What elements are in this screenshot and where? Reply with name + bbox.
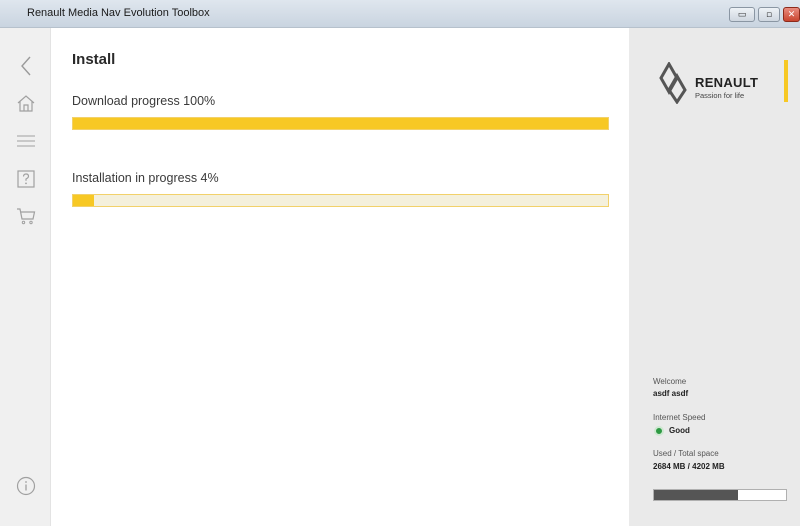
account-panel: RENAULT Passion for life Welcome asdf as…	[629, 28, 800, 526]
help-icon	[17, 170, 35, 188]
page-title: Install	[72, 51, 116, 68]
space-value: 2684 MB / 4202 MB	[653, 462, 725, 471]
installation-progress-fill	[73, 195, 95, 206]
storage-usage-bar	[653, 489, 787, 501]
download-progress-label: Download progress 100%	[72, 94, 216, 108]
brand-tagline: Passion for life	[695, 91, 745, 100]
help-button[interactable]	[14, 167, 38, 191]
main-content: Install Download progress 100% Installat…	[51, 28, 629, 526]
maximize-icon: ▫	[765, 9, 773, 20]
user-name: asdf asdf	[653, 389, 689, 398]
brand-name: RENAULT	[695, 75, 759, 90]
window-title: Renault Media Nav Evolution Toolbox	[27, 7, 210, 19]
download-progress-fill	[73, 118, 608, 129]
menu-button[interactable]	[14, 129, 38, 153]
welcome-label: Welcome	[653, 377, 687, 386]
space-label: Used / Total space	[653, 449, 719, 458]
renault-logo-icon	[659, 62, 687, 104]
brand-accent-bar	[784, 60, 788, 102]
storage-usage-fill	[654, 490, 739, 500]
minimize-icon: ▭	[737, 9, 747, 20]
cart-button[interactable]	[14, 204, 38, 228]
back-arrow-icon	[21, 56, 31, 76]
info-button[interactable]	[14, 474, 38, 498]
home-icon	[17, 95, 35, 112]
internet-status-dot	[654, 426, 664, 436]
home-button[interactable]	[14, 91, 38, 115]
cart-icon	[17, 208, 36, 225]
back-button[interactable]	[14, 54, 38, 78]
installation-progress-bar	[72, 194, 609, 207]
minimize-button[interactable]: ▭	[729, 7, 755, 22]
menu-icon	[17, 135, 35, 147]
internet-speed-value: Good	[669, 426, 690, 435]
close-button[interactable]: ✕	[783, 7, 800, 22]
maximize-button[interactable]: ▫	[758, 7, 780, 22]
download-progress-bar	[72, 117, 609, 130]
installation-progress-label: Installation in progress 4%	[72, 171, 219, 185]
info-icon	[16, 476, 36, 496]
window-titlebar: Renault Media Nav Evolution Toolbox ▭ ▫ …	[0, 0, 800, 28]
internet-speed-label: Internet Speed	[653, 413, 706, 422]
close-icon: ✕	[787, 9, 796, 20]
left-navigation-rail	[0, 28, 51, 526]
